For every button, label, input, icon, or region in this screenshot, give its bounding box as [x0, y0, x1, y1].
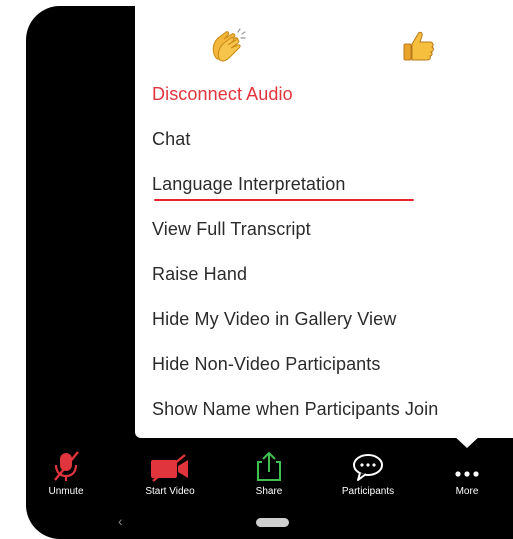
android-navbar: ‹ — [26, 510, 513, 539]
more-dots-icon — [452, 448, 482, 482]
more-menu: Disconnect Audio Chat Language Interpret… — [135, 6, 513, 438]
share-label: Share — [255, 486, 283, 497]
thumbs-up-icon[interactable] — [400, 28, 436, 64]
participants-label: Participants — [341, 486, 395, 497]
view-full-transcript-item[interactable]: View Full Transcript — [152, 219, 311, 240]
highlight-underline — [154, 199, 414, 201]
participants-button[interactable]: Participants — [323, 448, 413, 508]
chat-item[interactable]: Chat — [152, 129, 190, 150]
start-video-label: Start Video — [145, 486, 195, 497]
share-icon — [254, 448, 284, 482]
language-interpretation-item[interactable]: Language Interpretation — [152, 174, 345, 195]
hide-my-video-item[interactable]: Hide My Video in Gallery View — [152, 309, 396, 330]
start-video-button[interactable]: Start Video — [125, 448, 215, 508]
video-off-icon — [149, 448, 191, 482]
meeting-toolbar: Unmute Start Video Share Participants Mo… — [26, 448, 513, 508]
more-label: More — [455, 486, 479, 497]
back-chevron-icon[interactable]: ‹ — [118, 513, 123, 529]
muted-microphone-icon — [51, 448, 81, 482]
show-name-when-join-item[interactable]: Show Name when Participants Join — [152, 399, 438, 420]
unmute-button[interactable]: Unmute — [21, 448, 111, 508]
clapping-hands-icon[interactable] — [208, 28, 248, 64]
unmute-label: Unmute — [48, 486, 84, 497]
reactions-row — [135, 28, 513, 68]
hide-non-video-participants-item[interactable]: Hide Non-Video Participants — [152, 354, 381, 375]
more-button[interactable]: More — [422, 448, 512, 508]
share-button[interactable]: Share — [224, 448, 314, 508]
participants-chat-icon — [351, 448, 385, 482]
raise-hand-item[interactable]: Raise Hand — [152, 264, 247, 285]
disconnect-audio-item[interactable]: Disconnect Audio — [152, 84, 293, 105]
home-pill-icon[interactable] — [256, 518, 289, 527]
